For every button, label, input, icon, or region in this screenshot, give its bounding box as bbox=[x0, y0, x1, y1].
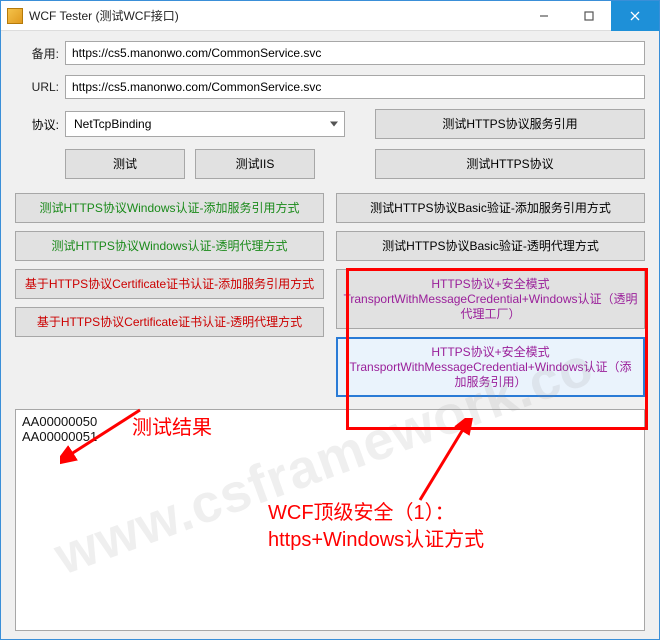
url-input[interactable] bbox=[65, 75, 645, 99]
https-sec-win-proxy-button[interactable]: HTTPS协议+安全模式TransportWithMessageCredenti… bbox=[336, 269, 645, 329]
minimize-button[interactable] bbox=[521, 1, 566, 31]
protocol-select[interactable]: NetTcpBinding bbox=[65, 111, 345, 137]
https-sec-win-ref-button[interactable]: HTTPS协议+安全模式TransportWithMessageCredenti… bbox=[336, 337, 645, 397]
app-window: WCF Tester (测试WCF接口) 备用: URL: 协议: NetTcp… bbox=[0, 0, 660, 640]
client-area: 备用: URL: 协议: NetTcpBinding 测试HTTPS协议服务引用… bbox=[1, 31, 659, 639]
backup-label: 备用: bbox=[15, 45, 65, 62]
app-icon bbox=[7, 8, 23, 24]
https-cert-ref-button[interactable]: 基于HTTPS协议Certificate证书认证-添加服务引用方式 bbox=[15, 269, 324, 299]
https-win-auth-ref-button[interactable]: 测试HTTPS协议Windows认证-添加服务引用方式 bbox=[15, 193, 324, 223]
https-win-auth-proxy-button[interactable]: 测试HTTPS协议Windows认证-透明代理方式 bbox=[15, 231, 324, 261]
titlebar: WCF Tester (测试WCF接口) bbox=[1, 1, 659, 31]
https-cert-proxy-button[interactable]: 基于HTTPS协议Certificate证书认证-透明代理方式 bbox=[15, 307, 324, 337]
window-title: WCF Tester (测试WCF接口) bbox=[29, 7, 179, 24]
close-button[interactable] bbox=[611, 1, 659, 31]
test-https-protocol-button[interactable]: 测试HTTPS协议 bbox=[375, 149, 645, 179]
results-textbox[interactable]: AA00000050 AA00000051 bbox=[15, 409, 645, 631]
protocol-label: 协议: bbox=[15, 116, 65, 133]
maximize-button[interactable] bbox=[566, 1, 611, 31]
test-iis-button[interactable]: 测试IIS bbox=[195, 149, 315, 179]
test-https-service-ref-button[interactable]: 测试HTTPS协议服务引用 bbox=[375, 109, 645, 139]
protocol-value: NetTcpBinding bbox=[74, 117, 151, 131]
backup-input[interactable] bbox=[65, 41, 645, 65]
result-line: AA00000050 bbox=[22, 414, 97, 429]
result-line: AA00000051 bbox=[22, 429, 97, 444]
https-basic-auth-ref-button[interactable]: 测试HTTPS协议Basic验证-添加服务引用方式 bbox=[336, 193, 645, 223]
chevron-down-icon bbox=[330, 122, 338, 127]
https-basic-auth-proxy-button[interactable]: 测试HTTPS协议Basic验证-透明代理方式 bbox=[336, 231, 645, 261]
url-label: URL: bbox=[15, 80, 65, 94]
test-button[interactable]: 测试 bbox=[65, 149, 185, 179]
